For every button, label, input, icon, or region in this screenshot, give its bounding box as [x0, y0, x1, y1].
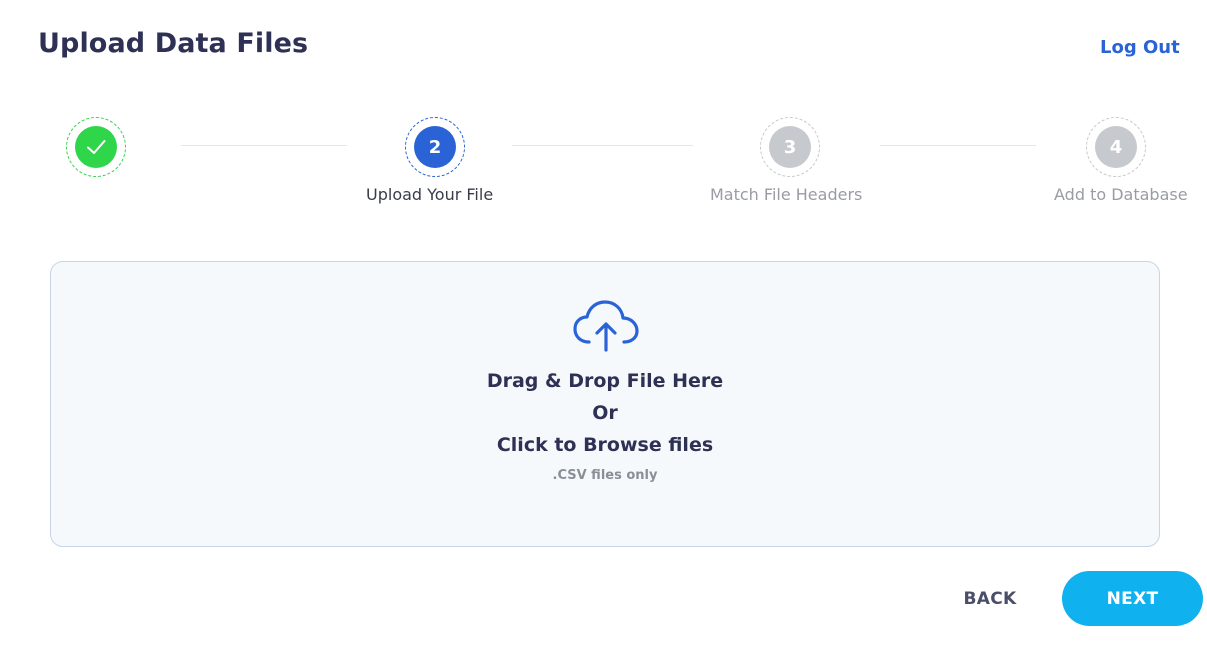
step-4[interactable]: 4	[1086, 117, 1148, 179]
step-number: 2	[414, 126, 456, 168]
step-label: Upload Your File	[366, 185, 494, 204]
back-button[interactable]: BACK	[950, 578, 1030, 620]
step-connector	[181, 145, 347, 146]
step-connector	[512, 145, 693, 146]
step-2[interactable]: 2	[405, 117, 467, 179]
browse-files-link[interactable]: Click to Browse files	[51, 434, 1159, 456]
file-dropzone[interactable]: Drag & Drop File Here Or Click to Browse…	[50, 261, 1160, 547]
next-button[interactable]: NEXT	[1062, 571, 1203, 626]
check-icon	[87, 140, 106, 154]
step-connector	[880, 145, 1036, 146]
step-number: 4	[1095, 126, 1137, 168]
page-title: Upload Data Files	[38, 28, 309, 59]
step-1[interactable]	[66, 117, 128, 179]
dropzone-title: Drag & Drop File Here	[486, 370, 724, 392]
dropzone-or: Or	[592, 402, 618, 424]
step-number: 3	[769, 126, 811, 168]
logout-link[interactable]: Log Out	[1100, 37, 1180, 58]
step-label: Add to Database	[1054, 185, 1188, 204]
step-3[interactable]: 3	[760, 117, 822, 179]
cloud-upload-icon	[573, 300, 639, 352]
step-label: Match File Headers	[710, 185, 863, 204]
step-dot	[75, 126, 117, 168]
file-type-note: .CSV files only	[552, 468, 658, 483]
